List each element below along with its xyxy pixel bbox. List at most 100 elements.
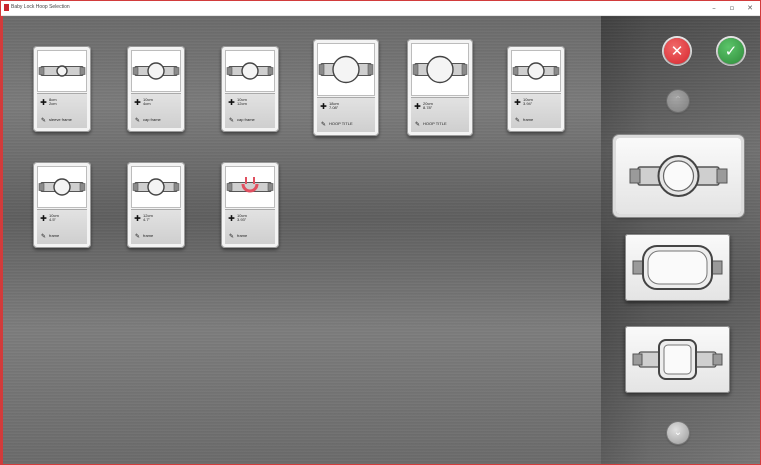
hoop-preview [317, 43, 375, 96]
hoop-name-row: ✎ HOOP TITLE [320, 119, 353, 129]
hoop-size: 10cm 3.94" [523, 97, 533, 106]
hoop-icon [38, 65, 86, 77]
close-window-button[interactable]: ✕ [743, 2, 757, 14]
round-hoop-icon [629, 155, 728, 197]
hoop-size: 20cm 8.78" [423, 101, 433, 110]
pencil-icon: ✎ [514, 116, 521, 124]
pencil-icon: ✎ [40, 232, 47, 240]
hoop-name-row: ✎ frame [134, 231, 153, 241]
hoop-name-row: ✎ sleeve frame [40, 115, 72, 125]
hoop-tile[interactable]: ✚ 10cm 3.93" ✎ frame [221, 162, 279, 248]
hoop-name: HOOP TITLE [423, 121, 447, 126]
hoop-size: 12cm 4.7" [143, 213, 153, 222]
hoop-size: 18cm 7.08" [329, 101, 339, 110]
hoop-tile[interactable]: ✚ 18cm 7.08" ✎ HOOP TITLE [313, 39, 379, 136]
confirm-button[interactable]: ✓ [718, 38, 744, 64]
hoop-size-row: ✚ 10cm 3.93" [228, 213, 247, 223]
hoop-info: ✚ 12cm 4.7" ✎ frame [131, 209, 181, 244]
size-icon: ✚ [228, 97, 235, 107]
hoop-size-row: ✚ 12cm 4.7" [134, 213, 153, 223]
maximize-button[interactable]: ▫ [725, 2, 739, 14]
hoop-name-row: ✎ cap frame [134, 115, 161, 125]
square-hoop-icon [632, 339, 723, 380]
hoop-icon [318, 55, 374, 84]
scroll-down-button[interactable]: ⌄ [667, 422, 689, 444]
chevron-down-icon: ⌄ [673, 427, 683, 438]
hoop-preview [131, 166, 181, 208]
minimize-button[interactable]: – [707, 2, 721, 14]
hoop-type-rounded-rect[interactable] [625, 234, 730, 301]
magnetic-hoop-icon [226, 177, 274, 193]
hoop-info: ✚ 10cm 4.5" ✎ frame [37, 209, 87, 244]
hoop-size-row: ✚ 8cm 2cm [40, 97, 57, 107]
hoop-icon [132, 178, 180, 196]
hoop-selection-area: ✚ 8cm 2cm ✎ sleeve frame ✚ 10cm 4cm ✎ cap frame… [1, 16, 760, 464]
hoop-name-row: ✎ frame [228, 231, 247, 241]
hoop-size-row: ✚ 20cm 8.78" [414, 101, 433, 111]
app-window: Baby Lock Hoop Selection – ▫ ✕ ✚ 8cm 2cm ✎… [0, 0, 761, 465]
pencil-icon: ✎ [320, 120, 327, 128]
size-icon: ✚ [134, 97, 141, 107]
pencil-icon: ✎ [228, 232, 235, 240]
scroll-up-button[interactable]: ⌃ [667, 90, 689, 112]
hoop-size-row: ✚ 18cm 7.08" [320, 101, 339, 111]
hoop-name: cap frame [143, 117, 161, 122]
size-icon: ✚ [320, 101, 327, 111]
hoop-size: 10cm 3.93" [237, 213, 247, 222]
size-icon: ✚ [414, 101, 421, 111]
hoop-info: ✚ 10cm 12cm ✎ cap frame [225, 93, 275, 128]
hoop-size: 8cm 2cm [49, 97, 57, 106]
hoop-name: frame [237, 233, 248, 238]
chevron-up-icon: ⌃ [673, 95, 683, 106]
size-icon: ✚ [40, 97, 47, 107]
hoop-name: sleeve frame [49, 117, 72, 122]
hoop-preview [225, 50, 275, 92]
pencil-icon: ✎ [134, 232, 141, 240]
hoop-size: 10cm 4cm [143, 97, 153, 106]
hoop-size-row: ✚ 10cm 4cm [134, 97, 153, 107]
hoop-size-row: ✚ 10cm 4.5" [40, 213, 59, 223]
hoop-tile[interactable]: ✚ 10cm 4cm ✎ cap frame [127, 46, 185, 132]
hoop-name-row: ✎ frame [40, 231, 59, 241]
hoop-type-square[interactable] [625, 326, 730, 393]
hoop-tile[interactable]: ✚ 12cm 4.7" ✎ frame [127, 162, 185, 248]
hoop-size: 10cm 4.5" [49, 213, 59, 222]
hoop-info: ✚ 10cm 3.94" ✎ frame [511, 93, 561, 128]
size-icon: ✚ [228, 213, 235, 223]
hoop-preview [411, 43, 469, 96]
hoop-name: frame [49, 233, 60, 238]
hoop-size-row: ✚ 10cm 3.94" [514, 97, 533, 107]
hoop-name: cap frame [237, 117, 255, 122]
rounded-rect-hoop-icon [632, 245, 723, 290]
hoop-name-row: ✎ HOOP TITLE [414, 119, 447, 129]
hoop-info: ✚ 10cm 3.93" ✎ frame [225, 209, 275, 244]
hoop-icon [412, 55, 468, 84]
cancel-button[interactable]: ✕ [664, 38, 690, 64]
hoop-preview [37, 50, 87, 92]
hoop-icon [132, 62, 180, 80]
hoop-type-round[interactable] [616, 138, 741, 214]
hoop-tile[interactable]: ✚ 10cm 3.94" ✎ frame [507, 46, 565, 132]
hoop-preview [131, 50, 181, 92]
hoop-name-row: ✎ cap frame [228, 115, 255, 125]
app-logo-icon [4, 4, 9, 11]
hoop-tile[interactable]: ✚ 20cm 8.78" ✎ HOOP TITLE [407, 39, 473, 136]
hoop-tile[interactable]: ✚ 10cm 12cm ✎ cap frame [221, 46, 279, 132]
size-icon: ✚ [514, 97, 521, 107]
hoop-tile[interactable]: ✚ 10cm 4.5" ✎ frame [33, 162, 91, 248]
hoop-info: ✚ 18cm 7.08" ✎ HOOP TITLE [317, 97, 375, 132]
hoop-name: frame [143, 233, 154, 238]
hoop-name: frame [523, 117, 534, 122]
window-title: Baby Lock Hoop Selection [11, 4, 70, 10]
hoop-tile[interactable]: ✚ 8cm 2cm ✎ sleeve frame [33, 46, 91, 132]
hoop-size-row: ✚ 10cm 12cm [228, 97, 247, 107]
hoop-info: ✚ 8cm 2cm ✎ sleeve frame [37, 93, 87, 128]
hoop-icon [226, 62, 274, 80]
pencil-icon: ✎ [414, 120, 421, 128]
hoop-info: ✚ 20cm 8.78" ✎ HOOP TITLE [411, 97, 469, 132]
check-icon: ✓ [724, 42, 738, 60]
size-icon: ✚ [40, 213, 47, 223]
title-bar: Baby Lock Hoop Selection – ▫ ✕ [1, 1, 760, 16]
hoop-name: HOOP TITLE [329, 121, 353, 126]
hoop-info: ✚ 10cm 4cm ✎ cap frame [131, 93, 181, 128]
